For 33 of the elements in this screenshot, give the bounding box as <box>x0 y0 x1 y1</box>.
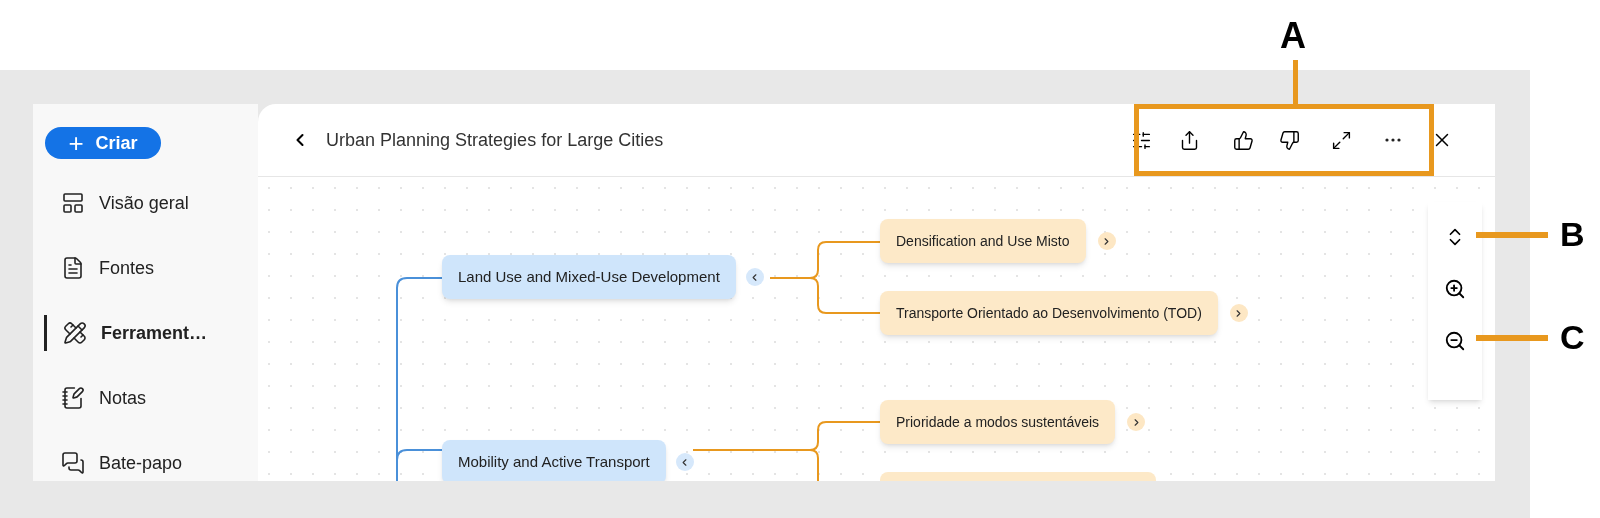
sidebar-item[interactable]: Visão geral <box>45 185 258 221</box>
zoom-out-icon <box>1444 330 1466 352</box>
chat-icon <box>61 451 85 475</box>
pencil-ruler-icon <box>63 321 87 345</box>
notebook-pen-icon <box>61 386 85 410</box>
topic-node[interactable]: Mobility and Active Transport <box>442 440 666 481</box>
sliders-icon <box>1130 129 1152 151</box>
callout-label: B <box>1560 217 1585 251</box>
callout-label: A <box>1280 18 1306 54</box>
zoom-in-button[interactable] <box>1444 278 1466 300</box>
page-title: Urban Planning Strategies for Large Cities <box>326 128 664 152</box>
collapse-toggle[interactable] <box>675 453 694 471</box>
thumbs-down-icon <box>1278 129 1300 151</box>
zoom-out-button[interactable] <box>1444 330 1466 352</box>
more-icon <box>1385 138 1401 142</box>
collapse-toggle[interactable] <box>1229 304 1248 322</box>
collapse-toggle[interactable] <box>745 268 764 286</box>
create-button[interactable]: + Criar <box>45 127 161 159</box>
sidebar-item[interactable]: Notas <box>45 380 258 416</box>
topic-node[interactable]: Land Use and Mixed-Use Development <box>442 255 736 299</box>
collapse-toggle[interactable] <box>1097 232 1116 250</box>
layout-icon <box>61 191 85 215</box>
zoom-in-icon <box>1444 278 1466 300</box>
subtopic-node[interactable]: Prioridade a modos sustentáveis <box>880 400 1116 444</box>
document-icon <box>61 256 85 280</box>
sidebar-item[interactable]: Fontes <box>45 250 258 286</box>
subtopic-node[interactable]: Transporte Orientado ao Desenvolvimento (TOD) <box>880 291 1218 335</box>
expand-icon <box>1330 129 1352 151</box>
subtopic-node[interactable]: Densification and Use Misto <box>880 219 1086 263</box>
sidebar-item[interactable]: Bate-papo <box>45 445 258 481</box>
thumbs-up-icon <box>1232 129 1254 151</box>
collapse-toggle[interactable] <box>1127 413 1146 431</box>
callout-label: C <box>1560 320 1585 354</box>
